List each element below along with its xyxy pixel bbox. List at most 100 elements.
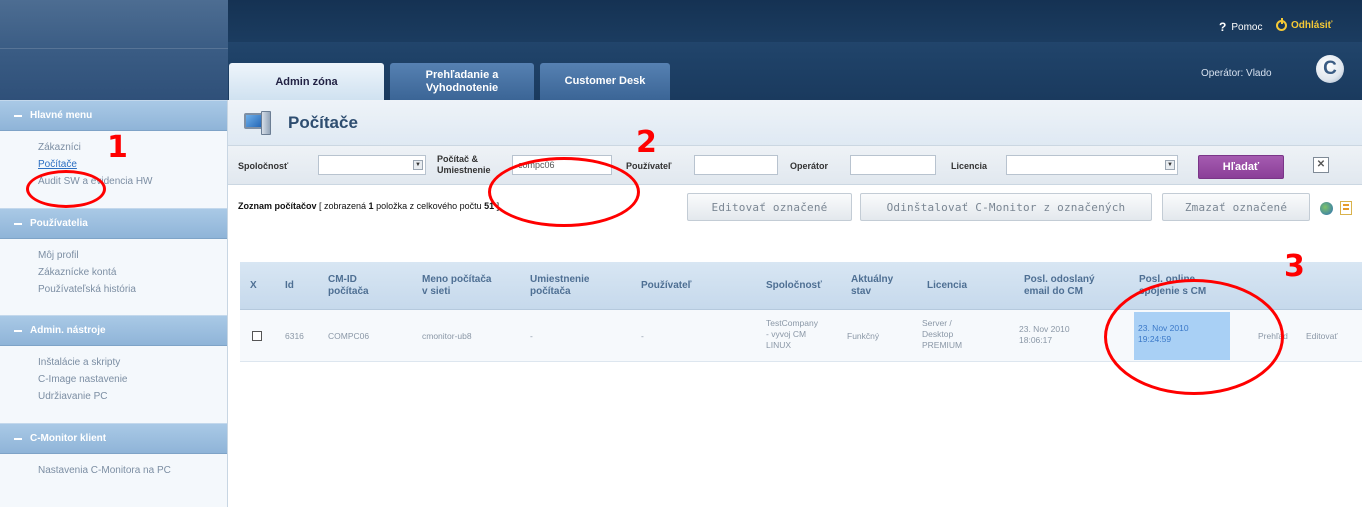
list-title-bold: Zoznam počítačov [238, 201, 317, 211]
cell-line: PREMIUM [922, 340, 963, 350]
license-label: Licencia [951, 161, 988, 171]
col-cmid-header[interactable]: CM-ID počítača [328, 274, 369, 298]
globe-icon[interactable] [1320, 202, 1333, 215]
sidebar-section-c-monitor[interactable]: C-Monitor klient [0, 423, 227, 454]
annotation-circle-computer-input [488, 157, 640, 227]
top-strip [228, 0, 1362, 42]
header-line1: Aktuálny [851, 274, 894, 285]
header-line2: email do CM [1024, 286, 1083, 297]
sidebar-section-title: Hlavné menu [30, 110, 93, 121]
sidebar-item-installations[interactable]: Inštalácie a skripty [38, 354, 227, 371]
sidebar-section-main-menu[interactable]: Hlavné menu [0, 100, 227, 131]
sidebar-item-user-history[interactable]: Používateľská história [38, 281, 227, 298]
cell-line: LINUX [766, 340, 792, 350]
computer-location-label: Počítač & Umiestnenie [437, 154, 491, 176]
cell-id: 6316 [285, 331, 304, 341]
cell-name: cmonitor-ub8 [422, 331, 472, 341]
logo-area [0, 0, 228, 100]
top-bar: ? Pomoc Odhlásiť Operátor: Vlado C Admin… [0, 0, 1362, 101]
cell-user: - [641, 331, 644, 341]
page-header: Počítače [228, 100, 1362, 145]
col-last-email-header[interactable]: Posl. odoslaný email do CM [1024, 274, 1095, 298]
brand-logo-icon: C [1316, 55, 1344, 83]
annotation-number-3: 3 [1284, 249, 1305, 284]
annotation-number-2: 2 [636, 125, 657, 160]
dropdown-arrow-icon: ▼ [1165, 160, 1175, 170]
filter-bar: Spoločnosť ▼ Počítač & Umiestnenie Použí… [228, 145, 1362, 185]
sidebar-item-c-monitor-settings[interactable]: Nastavenia C-Monitora na PC [38, 462, 227, 479]
minus-icon [14, 222, 22, 225]
rss-icon[interactable] [1340, 201, 1352, 215]
sidebar-section-title: Admin. nástroje [30, 325, 106, 336]
edit-link[interactable]: Editovať [1306, 331, 1338, 342]
operator-input[interactable] [850, 155, 936, 175]
list-title: Zoznam počítačov [ zobrazená 1 položka z… [238, 201, 499, 211]
power-icon [1276, 18, 1287, 31]
tab-label: Customer Desk [564, 75, 646, 87]
minus-icon [14, 114, 22, 117]
header-line2: počítača [530, 286, 571, 297]
header-line1: Umiestnenie [530, 274, 590, 285]
cell-line: 18:06:17 [1019, 335, 1053, 345]
header-line1: CM-ID [328, 274, 357, 285]
col-status-header[interactable]: Aktuálny stav [851, 274, 893, 298]
cell-line: 23. Nov 2010 [1019, 324, 1070, 334]
help-icon: ? [1219, 20, 1227, 34]
cell-license: Server / Desktop PREMIUM [922, 318, 962, 351]
sidebar-item-c-image[interactable]: C-Image nastavenie [38, 371, 227, 388]
tab-label: Admin zóna [275, 75, 338, 88]
search-button[interactable]: Hľadať [1198, 155, 1284, 179]
cell-location: - [530, 331, 533, 341]
sidebar-item-my-profile[interactable]: Môj profil [38, 247, 227, 264]
logout-label: Odhlásiť [1291, 20, 1333, 31]
col-location-header[interactable]: Umiestnenie počítača [530, 274, 589, 298]
company-label: Spoločnosť [238, 161, 289, 171]
header-line1: Posl. odoslaný [1024, 274, 1095, 285]
sidebar-section-title: C-Monitor klient [30, 433, 107, 444]
sidebar-section-title: Používatelia [30, 218, 88, 229]
help-label: Pomoc [1231, 21, 1263, 33]
header-line2: počítača [328, 286, 369, 297]
sidebar-item-maintenance[interactable]: Udržiavanie PC [38, 388, 227, 405]
sidebar-section-users[interactable]: Používatelia [0, 208, 227, 239]
operator-info: Operátor: Vlado [1201, 68, 1272, 79]
cell-line: - vyvoj CM [766, 329, 807, 339]
cell-cmid: COMPC06 [328, 331, 370, 341]
cell-line: TestCompany [766, 318, 818, 328]
license-select[interactable]: ▼ [1006, 155, 1178, 175]
uninstall-c-monitor-button[interactable]: Odinštalovať C-Monitor z označených [860, 193, 1152, 221]
tab-label-line2: Vyhodnotenie [425, 81, 499, 94]
col-id-header[interactable]: Id [285, 280, 294, 292]
user-input[interactable] [694, 155, 778, 175]
label-line2: Umiestnenie [437, 165, 491, 175]
cell-line: Server / [922, 318, 952, 328]
user-label: Používateľ [626, 161, 672, 171]
col-user-header[interactable]: Používateľ [641, 280, 692, 292]
cell-status: Funkčný [847, 331, 880, 341]
list-title-text: [ zobrazená [316, 201, 369, 211]
company-select[interactable]: ▼ [318, 155, 426, 175]
delete-selected-button[interactable]: Zmazať označené [1162, 193, 1310, 221]
minus-icon [14, 329, 22, 332]
help-link[interactable]: ? Pomoc [1219, 20, 1262, 34]
sidebar-item-customer-accounts[interactable]: Zákaznícke kontá [38, 264, 227, 281]
col-license-header[interactable]: Licencia [927, 280, 967, 292]
cell-last-email: 23. Nov 2010 18:06:17 [1019, 324, 1070, 346]
tab-overview-evaluation[interactable]: Prehľadanie a Vyhodnotenie [390, 63, 534, 100]
edit-selected-button[interactable]: Editovať označené [687, 193, 852, 221]
header-line2: v sieti [422, 286, 451, 297]
cell-line: Desktop [922, 329, 954, 339]
col-select-header: X [250, 280, 257, 291]
annotation-circle-last-connection [1104, 279, 1284, 395]
sidebar-section-admin-tools[interactable]: Admin. nástroje [0, 315, 227, 346]
annotation-circle-computers [26, 170, 106, 208]
tab-admin-zone[interactable]: Admin zóna [229, 63, 384, 101]
tab-customer-desk[interactable]: Customer Desk [540, 63, 670, 100]
sidebar-item-customers[interactable]: Zákazníci [38, 139, 227, 156]
computer-icon [244, 110, 272, 135]
export-excel-icon[interactable]: ✕ [1313, 157, 1329, 173]
col-company-header[interactable]: Spoločnosť [766, 280, 822, 292]
row-checkbox[interactable] [252, 331, 262, 341]
col-name-header[interactable]: Meno počítača v sieti [422, 274, 491, 298]
logout-link[interactable]: Odhlásiť [1276, 18, 1333, 31]
